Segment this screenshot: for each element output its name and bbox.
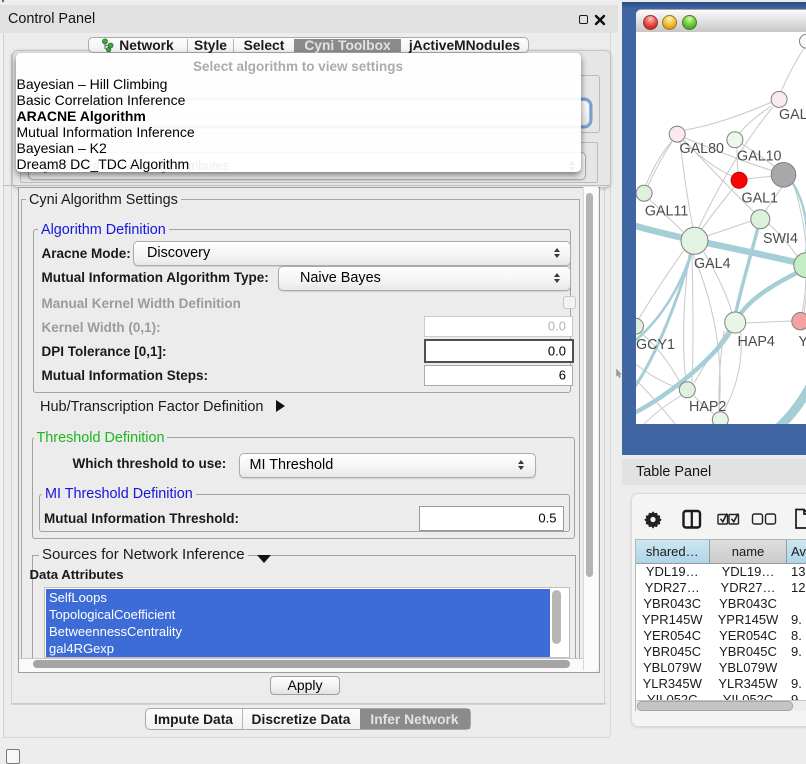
- svg-text:GAL2: GAL2: [779, 107, 806, 123]
- svg-text:HAP4: HAP4: [737, 334, 774, 350]
- svg-text:GAL80: GAL80: [679, 141, 724, 157]
- svg-text:SWI4: SWI4: [763, 231, 798, 247]
- svg-text:GAL11: GAL11: [644, 203, 687, 219]
- svg-text:HAP2: HAP2: [689, 399, 726, 415]
- svg-text:GCY1: GCY1: [636, 337, 675, 353]
- svg-text:YEL: YEL: [798, 334, 806, 350]
- svg-text:GAL1: GAL1: [741, 190, 778, 206]
- svg-text:GAL10: GAL10: [737, 148, 782, 164]
- svg-text:GAL4: GAL4: [694, 256, 731, 272]
